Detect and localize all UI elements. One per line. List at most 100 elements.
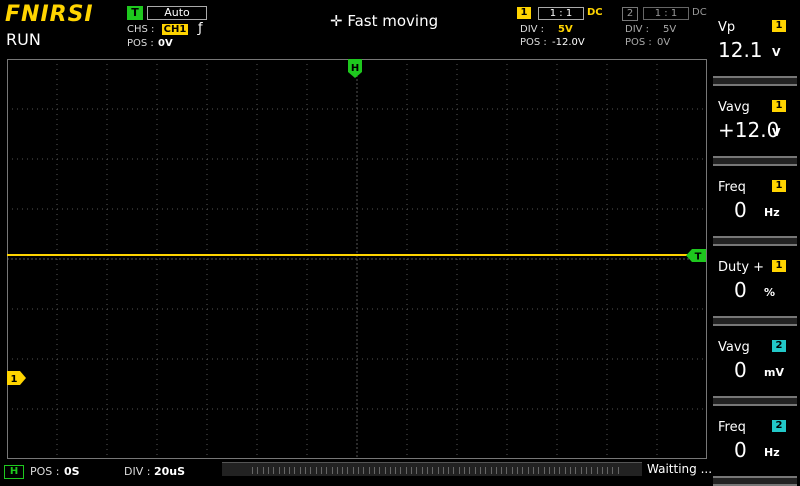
ch2-pos-value: 0V xyxy=(657,37,671,48)
scrollbar-tick xyxy=(363,467,365,474)
ch1-coupling[interactable]: DC xyxy=(587,7,603,18)
measurement-divider xyxy=(713,476,797,486)
scrollbar-tick xyxy=(474,467,476,474)
scrollbar-tick xyxy=(458,467,460,474)
ch2-div-value: 5V xyxy=(663,24,677,35)
measurement-unit: V xyxy=(772,126,781,139)
scrollbar-tick xyxy=(522,467,524,474)
measurement-channel: 1 xyxy=(772,100,786,112)
measurement-label: Vavg xyxy=(718,340,750,355)
horizontal-position-marker[interactable]: H xyxy=(348,59,362,78)
measurement-item[interactable]: Vp 1 12.1 V xyxy=(710,0,800,80)
brand-logo: FNIRSI xyxy=(5,2,94,27)
scrollbar-tick xyxy=(607,467,609,474)
scrollbar-tick xyxy=(358,467,359,474)
scrollbar-tick xyxy=(479,467,481,474)
scrollbar-tick xyxy=(405,467,407,474)
measurement-value: 12.1 xyxy=(718,38,763,62)
measurement-unit: Hz xyxy=(764,446,780,459)
run-state[interactable]: RUN xyxy=(6,30,41,49)
scrollbar-tick xyxy=(305,467,306,474)
ch2-pos-label: POS : xyxy=(625,37,652,48)
timebase-pos-value: 0S xyxy=(64,465,80,478)
scrollbar-tick xyxy=(517,467,518,474)
measurement-channel: 1 xyxy=(772,20,786,32)
measurement-item[interactable]: Freq 1 0 Hz xyxy=(710,160,800,240)
ch2-badge[interactable]: 2 xyxy=(622,7,638,21)
scrollbar-tick xyxy=(395,467,397,474)
scrollbar-tick xyxy=(283,467,285,474)
measurement-value: 0 xyxy=(734,438,747,462)
scrollbar-tick xyxy=(559,467,561,474)
timebase-pos-label: POS : xyxy=(30,465,60,478)
ch1-pos-label: POS : xyxy=(520,37,547,48)
scrollbar-tick xyxy=(495,467,497,474)
trigger-source-value[interactable]: CH1 xyxy=(162,24,188,35)
timebase-div-value: 20uS xyxy=(154,465,186,478)
measurement-item[interactable]: Duty + 1 0% xyxy=(710,240,800,320)
ch2-coupling[interactable]: DC xyxy=(692,7,707,18)
measurement-label: Vavg xyxy=(718,100,750,115)
measurement-label: Freq xyxy=(718,180,746,195)
scrollbar-tick xyxy=(426,467,428,474)
scrollbar-tick xyxy=(342,467,344,474)
scrollbar-tick xyxy=(580,467,582,474)
measurement-item[interactable]: Vavg 1 +12.0 V xyxy=(710,80,800,160)
scrollbar-tick xyxy=(379,467,381,474)
scrollbar-tick xyxy=(257,467,259,474)
rising-edge-icon[interactable]: ƒ xyxy=(198,21,203,36)
scrollbar-tick xyxy=(352,467,354,474)
scrollbar-tick xyxy=(564,467,566,474)
measurement-value: 0 xyxy=(734,278,747,302)
trigger-mode[interactable]: Auto xyxy=(147,6,207,20)
ch1-div-label: DIV : xyxy=(520,24,545,35)
scrollbar-tick xyxy=(506,467,508,474)
scrollbar-tick xyxy=(331,467,333,474)
scrollbar-tick xyxy=(278,467,280,474)
measurement-channel: 1 xyxy=(772,260,786,272)
scrollbar-tick xyxy=(336,467,338,474)
scrollbar-tick xyxy=(485,467,487,474)
measurement-item[interactable]: Freq 2 0 Hz xyxy=(710,400,800,480)
trigger-pos-label: POS : xyxy=(127,38,154,49)
measurement-unit: V xyxy=(772,46,781,59)
acquisition-status: Waitting ... xyxy=(647,462,713,476)
t-marker-label: T xyxy=(695,252,702,263)
scrollbar-tick xyxy=(411,467,412,474)
ch1-offset-marker[interactable]: 1 xyxy=(7,371,26,385)
measurement-unit: % xyxy=(764,286,776,299)
scrollbar-tick xyxy=(299,467,301,474)
ch1-marker-label: 1 xyxy=(11,374,18,385)
scrollbar-tick xyxy=(368,467,370,474)
scrollbar-tick xyxy=(554,467,556,474)
scrollbar-tick xyxy=(442,467,444,474)
measurement-item[interactable]: Vavg 2 0 mV xyxy=(710,320,800,400)
move-arrows-icon: ✛ xyxy=(330,12,343,30)
waveform-display[interactable]: H T 1 xyxy=(7,59,707,459)
scrollbar-tick xyxy=(310,467,312,474)
scrollbar-tick xyxy=(570,467,571,474)
ch2-div-label: DIV : xyxy=(625,24,650,35)
scrollbar-tick xyxy=(612,467,614,474)
scrollbar-tick xyxy=(267,467,269,474)
scrollbar-tick xyxy=(548,467,550,474)
graticule xyxy=(7,59,707,459)
memory-scrollbar[interactable] xyxy=(222,462,642,476)
trigger-badge: T xyxy=(127,6,143,20)
ch2-probe-ratio[interactable]: 1 : 1 xyxy=(643,7,689,20)
mode-title: ✛ Fast moving xyxy=(330,12,438,30)
measurement-channel: 1 xyxy=(772,180,786,192)
measurement-label: Freq xyxy=(718,420,746,435)
scrollbar-tick xyxy=(490,467,492,474)
measurement-value: 0 xyxy=(734,198,747,222)
measurement-channel: 2 xyxy=(772,340,786,352)
scrollbar-tick xyxy=(596,467,598,474)
scrollbar-tick xyxy=(437,467,439,474)
ch1-probe-ratio[interactable]: 1 : 1 xyxy=(538,7,584,20)
ch1-badge[interactable]: 1 xyxy=(517,7,531,19)
scrollbar-tick xyxy=(601,467,603,474)
measurement-channel: 2 xyxy=(772,420,786,432)
trigger-level-marker[interactable]: T xyxy=(686,249,706,263)
scrollbar-tick xyxy=(400,467,402,474)
measurement-panel: Vp 1 12.1 V Vavg 1 +12.0 V Freq 1 0 Hz Duty +1 0% Vavg… xyxy=(710,0,800,486)
